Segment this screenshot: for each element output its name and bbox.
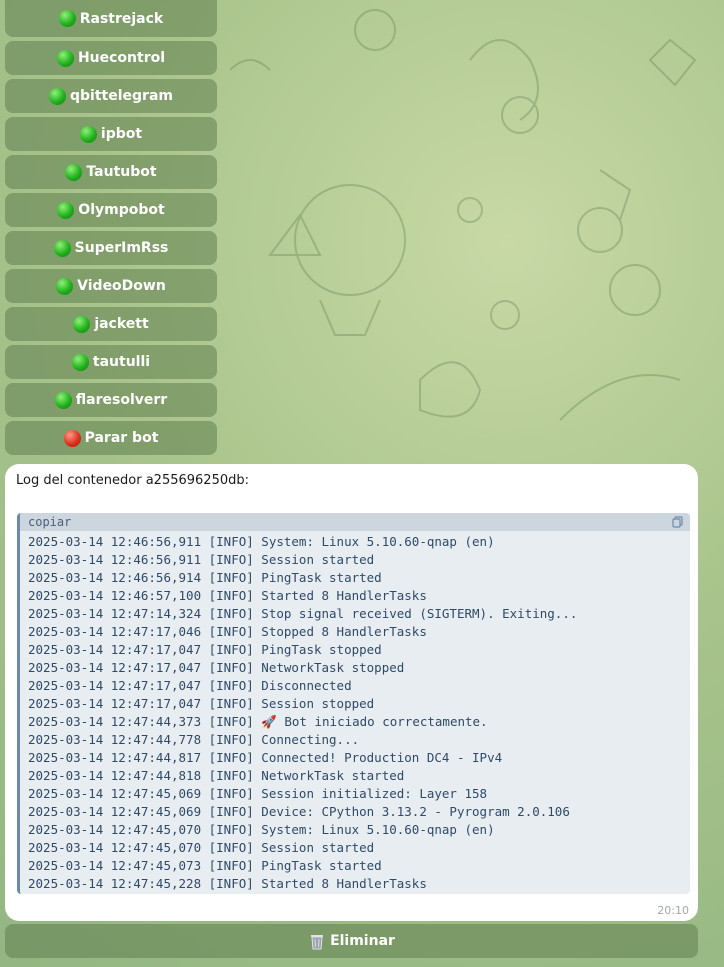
copy-label[interactable]: copiar	[28, 515, 71, 529]
delete-button[interactable]: Eliminar	[5, 924, 698, 958]
log-line: 2025-03-14 12:46:56,911 [INFO] System: L…	[28, 534, 495, 549]
green-circle-icon	[49, 87, 66, 105]
keyboard-button-label: Olympobot	[78, 202, 165, 218]
keyboard-button-rastrejack[interactable]: Rastrejack	[5, 0, 217, 37]
log-line: 2025-03-14 12:47:45,069 [INFO] Session i…	[28, 786, 488, 801]
log-line: 2025-03-14 12:47:17,047 [INFO] NetworkTa…	[28, 660, 405, 675]
green-circle-icon	[71, 353, 89, 371]
red-circle-icon	[63, 429, 81, 447]
log-line: 2025-03-14 12:47:45,069 [INFO] Device: C…	[28, 804, 570, 819]
green-circle-icon	[54, 391, 72, 409]
green-circle-icon	[56, 49, 74, 67]
log-line: 2025-03-14 12:47:45,073 [INFO] PingTask …	[28, 858, 382, 873]
log-line: 2025-03-14 12:47:17,046 [INFO] Stopped 8…	[28, 624, 427, 639]
keyboard-button-label: Parar bot	[84, 430, 159, 446]
code-block: copiar 2025-03-14 12:46:56,911 [INFO] Sy…	[17, 513, 690, 894]
log-line: 2025-03-14 12:47:44,373 [INFO] 🚀 Bot ini…	[28, 714, 488, 729]
log-line: 2025-03-14 12:46:56,914 [INFO] PingTask …	[28, 570, 382, 585]
green-circle-icon	[79, 125, 97, 143]
keyboard-button-tautubot[interactable]: Tautubot	[5, 155, 217, 189]
log-line: 2025-03-14 12:47:44,818 [INFO] NetworkTa…	[28, 768, 405, 783]
log-line: 2025-03-14 12:46:57,100 [INFO] Started 8…	[28, 588, 427, 603]
log-line: 2025-03-14 12:47:45,070 [INFO] Session s…	[28, 840, 375, 855]
log-line: 2025-03-14 12:47:17,047 [INFO] PingTask …	[28, 642, 382, 657]
keyboard-button-qbittelegram[interactable]: qbittelegram	[5, 79, 217, 113]
keyboard-button-label: Huecontrol	[77, 50, 166, 66]
green-circle-icon	[58, 10, 76, 27]
code-lines: 2025-03-14 12:46:56,911 [INFO] System: L…	[20, 531, 690, 893]
keyboard-button-tautulli[interactable]: tautulli	[5, 345, 217, 379]
log-line: 2025-03-14 12:46:56,911 [INFO] Session s…	[28, 552, 375, 567]
keyboard-button-superimrss[interactable]: SuperImRss	[5, 231, 217, 265]
green-circle-icon	[57, 201, 75, 219]
green-circle-icon	[65, 163, 83, 181]
keyboard-button-label: ipbot	[100, 126, 143, 142]
keyboard-button-label: Rastrejack	[79, 10, 164, 27]
keyboard-button-ipbot[interactable]: ipbot	[5, 117, 217, 151]
keyboard-button-jackett[interactable]: jackett	[5, 307, 217, 341]
log-line: 2025-03-14 12:47:44,817 [INFO] Connected…	[28, 750, 503, 765]
copy-icon[interactable]	[672, 516, 684, 528]
log-line: 2025-03-14 12:47:17,047 [INFO] Session s…	[28, 696, 375, 711]
keyboard-button-huecontrol[interactable]: Huecontrol	[5, 41, 217, 75]
log-line: 2025-03-14 12:47:17,047 [INFO] Disconnec…	[28, 678, 352, 693]
keyboard-button-videodown[interactable]: VideoDown	[5, 269, 217, 303]
message-title: Log del contenedor a255696250db:	[16, 473, 249, 488]
log-line: 2025-03-14 12:47:44,778 [INFO] Connectin…	[28, 732, 360, 747]
log-message: Log del contenedor a255696250db: copiar …	[5, 464, 698, 921]
wastebasket-icon	[311, 935, 324, 950]
code-header[interactable]: copiar	[20, 513, 690, 531]
delete-label: Eliminar	[330, 933, 395, 949]
message-time: 20:10	[657, 904, 689, 917]
keyboard-button-label: qbittelegram	[70, 88, 173, 104]
keyboard-button-flaresolverr[interactable]: flaresolverr	[5, 383, 217, 417]
keyboard-button-label: jackett	[94, 316, 149, 332]
green-circle-icon	[73, 315, 91, 333]
keyboard-button-olympobot[interactable]: Olympobot	[5, 193, 217, 227]
log-line: 2025-03-14 12:47:14,324 [INFO] Stop sign…	[28, 606, 578, 621]
keyboard-button-label: tautulli	[92, 354, 151, 370]
keyboard-button-label: SuperImRss	[74, 240, 169, 256]
log-line: 2025-03-14 12:47:45,228 [INFO] Started 8…	[28, 876, 427, 891]
green-circle-icon	[56, 277, 74, 295]
keyboard-button-label: Tautubot	[86, 164, 157, 180]
keyboard-button-label: flaresolverr	[75, 392, 168, 408]
log-line: 2025-03-14 12:47:45,070 [INFO] System: L…	[28, 822, 495, 837]
keyboard-button-parar-bot[interactable]: Parar bot	[5, 421, 217, 455]
reply-keyboard: Rastrejack Huecontrol qbittelegram ipbot Tau…	[5, 0, 217, 459]
green-circle-icon	[53, 239, 71, 257]
keyboard-button-label: VideoDown	[77, 278, 166, 294]
